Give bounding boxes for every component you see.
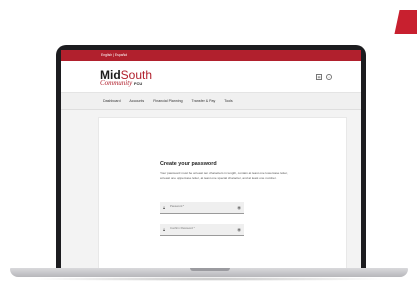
language-switcher[interactable]: English | Español bbox=[101, 53, 127, 57]
laptop-shadow bbox=[24, 277, 394, 281]
message-icon[interactable]: ▤ bbox=[316, 74, 322, 80]
nav-item-accounts[interactable]: Accounts bbox=[129, 99, 144, 103]
password-card: Create your password Your password must … bbox=[98, 117, 347, 269]
laptop-lid: English | Español MidSouth Community FCU… bbox=[56, 45, 366, 271]
language-bar: English | Español bbox=[61, 50, 361, 61]
logo-subtitle: Community FCU bbox=[100, 79, 142, 87]
password-field[interactable]: 🔒︎ Password * ◉ bbox=[160, 202, 244, 214]
eye-icon[interactable]: ◉ bbox=[237, 205, 241, 211]
lock-icon: 🔒︎ bbox=[163, 205, 166, 210]
logo-community-text: Community bbox=[100, 79, 133, 87]
logo-fcu-text: FCU bbox=[134, 81, 143, 86]
site-header: MidSouth Community FCU ▤ • bbox=[61, 61, 361, 93]
midsouth-logo[interactable]: MidSouth Community FCU bbox=[100, 66, 152, 90]
nav-item-transfer-pay[interactable]: Transfer & Pay bbox=[192, 99, 216, 103]
nav-item-tools[interactable]: Tools bbox=[224, 99, 232, 103]
confirm-password-label: Confirm Password * bbox=[170, 226, 195, 230]
eye-icon[interactable]: ◉ bbox=[237, 227, 241, 233]
password-requirements: Your password must be at least ten chara… bbox=[160, 171, 288, 180]
confirm-password-field[interactable]: 🔒︎ Confirm Password * ◉ bbox=[160, 224, 244, 236]
nav-item-financial-planning[interactable]: Financial Planning bbox=[153, 99, 182, 103]
password-label: Password * bbox=[170, 204, 185, 208]
nav-item-dashboard[interactable]: Dashboard bbox=[103, 99, 121, 103]
laptop-base bbox=[10, 268, 408, 277]
corner-accent-shape bbox=[394, 10, 417, 34]
main-nav: Dashboard Accounts Financial Planning Tr… bbox=[61, 93, 361, 110]
laptop-screen: English | Español MidSouth Community FCU… bbox=[61, 50, 361, 269]
page-title: Create your password bbox=[160, 161, 217, 167]
lock-icon: 🔒︎ bbox=[163, 227, 166, 232]
laptop-notch bbox=[190, 268, 230, 271]
profile-icon[interactable]: • bbox=[326, 74, 332, 80]
